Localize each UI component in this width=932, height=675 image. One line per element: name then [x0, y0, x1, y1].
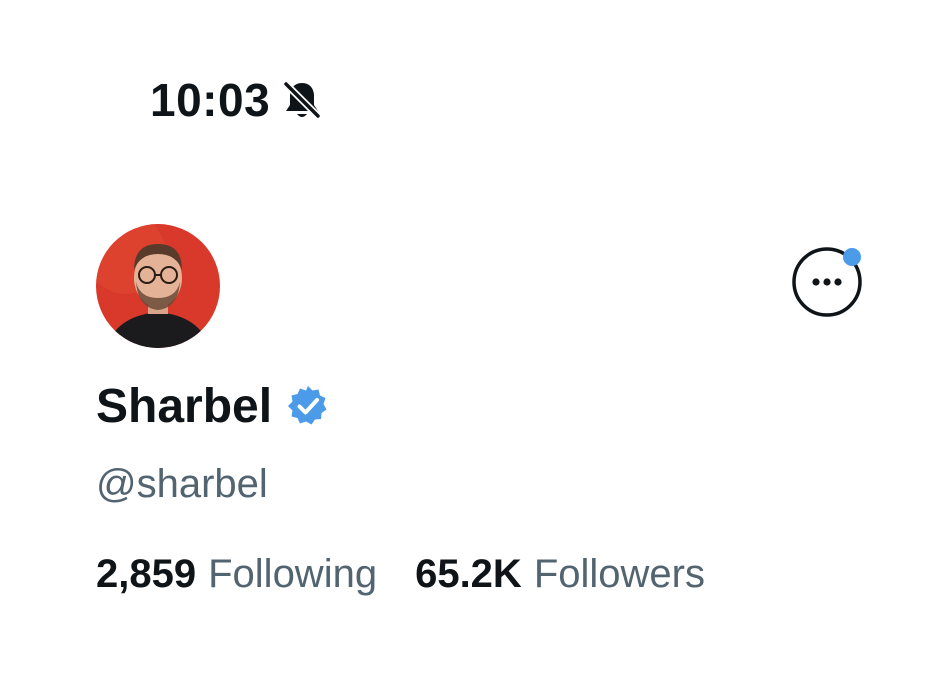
- following-label: Following: [208, 552, 378, 596]
- avatar[interactable]: [96, 224, 220, 348]
- following-count: 2,859: [96, 552, 197, 596]
- display-name: Sharbel: [96, 379, 273, 433]
- status-bar: 10:03: [150, 70, 324, 130]
- user-handle: @sharbel: [96, 462, 268, 506]
- status-time: 10:03: [150, 74, 271, 126]
- name-row: Sharbel: [96, 374, 330, 438]
- more-dots-icon: [792, 247, 862, 317]
- bell-slash-icon: [280, 78, 324, 122]
- follow-stats: 2,859 Following 65.2K Followers: [96, 552, 705, 597]
- followers-count: 65.2K: [415, 552, 522, 596]
- more-options-button[interactable]: [791, 246, 863, 318]
- following-link[interactable]: 2,859 Following: [96, 552, 377, 597]
- followers-link[interactable]: 65.2K Followers: [415, 552, 705, 597]
- followers-label: Followers: [533, 552, 705, 596]
- verified-badge-icon[interactable]: [286, 384, 330, 428]
- notification-dot: [843, 248, 861, 266]
